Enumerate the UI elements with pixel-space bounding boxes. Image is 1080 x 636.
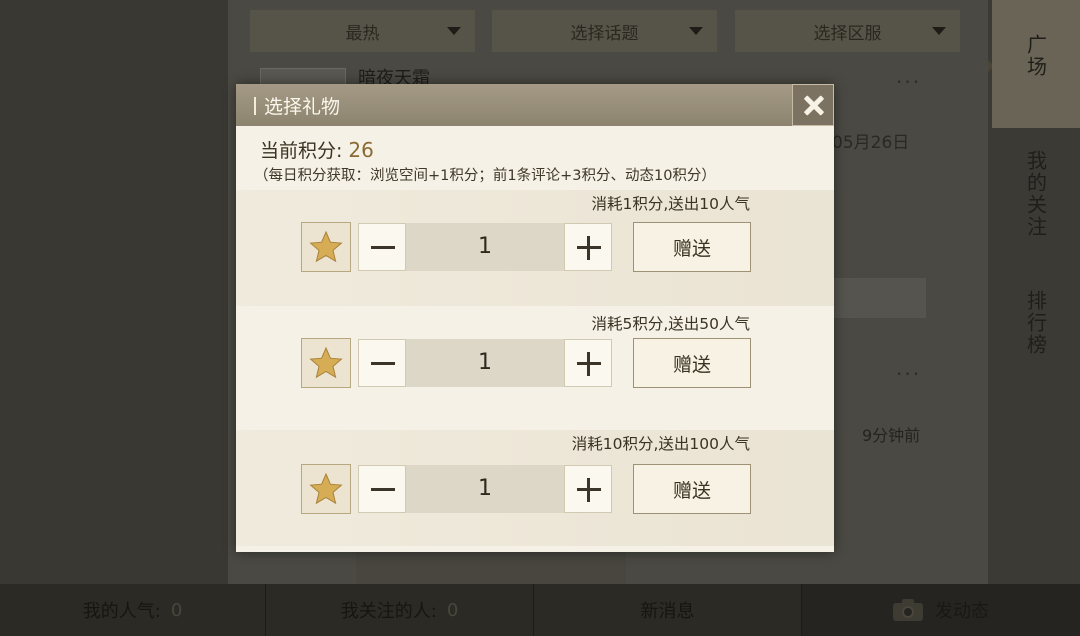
increment-button[interactable] bbox=[564, 223, 612, 271]
new-messages-button[interactable]: 新消息 bbox=[534, 584, 802, 636]
camera-icon bbox=[893, 599, 923, 621]
score-label: 当前积分: bbox=[260, 140, 343, 162]
decrement-button[interactable] bbox=[358, 465, 406, 513]
score-rules: （每日积分获取：浏览空间+1积分；前1条评论+3积分、动态10积分） bbox=[254, 168, 716, 184]
post-time: 9分钟前 bbox=[862, 426, 921, 445]
my-popularity-label: 我的人气: bbox=[82, 601, 161, 622]
dialog-title: 选择礼物 bbox=[264, 96, 341, 118]
post-action-button[interactable] bbox=[820, 278, 926, 318]
increment-button[interactable] bbox=[564, 465, 612, 513]
chevron-down-icon bbox=[447, 27, 461, 35]
post-update-button[interactable]: 发动态 bbox=[802, 584, 1080, 636]
decrement-button[interactable] bbox=[358, 223, 406, 271]
send-gift-button[interactable]: 赠送 bbox=[633, 338, 751, 388]
tab-ranking[interactable]: 排行榜 bbox=[992, 276, 1080, 396]
filter-bar: 最热 选择话题 选择区服 bbox=[250, 10, 960, 52]
filter-hot[interactable]: 最热 bbox=[250, 10, 475, 52]
close-icon[interactable] bbox=[792, 84, 834, 126]
filter-topic-label: 选择话题 bbox=[570, 23, 639, 44]
new-messages-label: 新消息 bbox=[640, 601, 695, 622]
tab-square[interactable]: 广场 bbox=[992, 0, 1080, 128]
gift-cost-text: 消耗1积分,送出10人气 bbox=[591, 195, 750, 213]
post-update-label: 发动态 bbox=[935, 601, 989, 622]
bottom-bar: 我的人气: 0 我关注的人: 0 新消息 发动态 bbox=[0, 584, 1080, 636]
star-icon bbox=[301, 338, 351, 388]
send-gift-button[interactable]: 赠送 bbox=[633, 222, 751, 272]
quantity-value[interactable]: 1 bbox=[406, 339, 564, 387]
post-date: 05月26日 bbox=[832, 133, 910, 153]
gift-cost-text: 消耗5积分,送出50人气 bbox=[591, 315, 750, 333]
increment-button[interactable] bbox=[564, 339, 612, 387]
gift-row: 消耗5积分,送出50人气 1 赠送 bbox=[236, 306, 834, 422]
decrement-button[interactable] bbox=[358, 339, 406, 387]
send-gift-button[interactable]: 赠送 bbox=[633, 464, 751, 514]
dialog-header: 选择礼物 bbox=[236, 84, 834, 126]
chevron-down-icon bbox=[689, 27, 703, 35]
my-following-value: 0 bbox=[446, 599, 459, 621]
quantity-stepper: 1 bbox=[358, 223, 612, 271]
my-popularity-value: 0 bbox=[170, 599, 183, 621]
quantity-stepper: 1 bbox=[358, 465, 612, 513]
left-panel bbox=[0, 0, 228, 584]
tab-ranking-label: 排行榜 bbox=[1023, 290, 1048, 356]
gift-cost-text: 消耗10积分,送出100人气 bbox=[571, 435, 750, 453]
post-toolbar bbox=[356, 552, 626, 584]
tab-following-label: 我的关注 bbox=[1023, 150, 1048, 238]
my-following-label: 我关注的人: bbox=[340, 601, 437, 622]
score-value: 26 bbox=[348, 138, 374, 162]
filter-server[interactable]: 选择区服 bbox=[735, 10, 960, 52]
more-icon[interactable]: ··· bbox=[896, 362, 921, 386]
chevron-down-icon bbox=[932, 27, 946, 35]
star-icon bbox=[301, 222, 351, 272]
my-following-button[interactable]: 我关注的人: 0 bbox=[266, 584, 534, 636]
quantity-value[interactable]: 1 bbox=[406, 223, 564, 271]
tab-square-label: 广场 bbox=[1023, 34, 1048, 78]
star-icon bbox=[301, 464, 351, 514]
my-popularity-button[interactable]: 我的人气: 0 bbox=[0, 584, 266, 636]
tab-following[interactable]: 我的关注 bbox=[992, 132, 1080, 272]
more-icon[interactable]: ··· bbox=[896, 70, 921, 94]
gift-row: 消耗1积分,送出10人气 1 赠送 bbox=[236, 190, 834, 306]
gift-row: 消耗10积分,送出100人气 1 赠送 bbox=[236, 430, 834, 546]
quantity-stepper: 1 bbox=[358, 339, 612, 387]
gift-dialog: 选择礼物 当前积分: 26 （每日积分获取：浏览空间+1积分；前1条评论+3积分、… bbox=[236, 84, 834, 552]
filter-server-label: 选择区服 bbox=[813, 23, 882, 44]
current-score: 当前积分: 26 bbox=[260, 136, 374, 163]
quantity-value[interactable]: 1 bbox=[406, 465, 564, 513]
title-accent-bar bbox=[254, 97, 256, 115]
filter-hot-label: 最热 bbox=[345, 23, 380, 44]
filter-topic[interactable]: 选择话题 bbox=[492, 10, 717, 52]
